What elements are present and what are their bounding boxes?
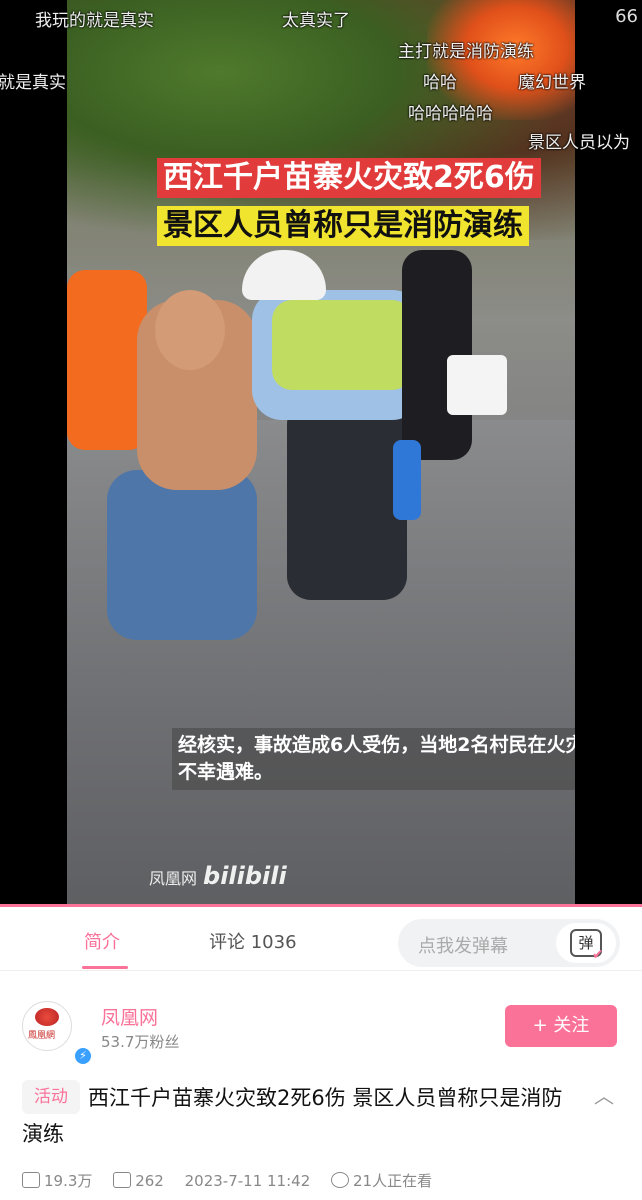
video-subtitle: 经核实，事故造成6人受伤，当地2名村民在火灾中不幸遇难。 [172,728,575,790]
verified-icon: ⚡ [75,1048,91,1064]
danmaku-comment: 哈哈 [423,73,457,93]
view-count: 19.3万 [44,1172,93,1190]
watching-count: 21人正在看 [353,1172,433,1190]
play-count-icon [22,1171,40,1188]
avatar[interactable]: 鳳凰網 ⚡ [22,1001,91,1064]
man-jeans [107,470,257,640]
check-icon: ✔ [592,947,604,963]
uploader-fans: 53.7万粉丝 [101,1033,180,1051]
tab-bar: 简介 评论 1036 点我发弹幕 弹 ✔ [0,908,642,971]
white-bag [447,355,507,415]
progress-fill [0,904,642,907]
danmaku-comment: 哈哈哈哈哈 [408,104,493,124]
watching-icon [331,1171,350,1188]
danmaku-comment: 太真实了 [282,11,350,31]
follow-button[interactable]: + 关注 [505,1005,617,1047]
danmaku-comment: 魔幻世界 [518,73,586,93]
phoenix-logo-icon [35,1008,59,1026]
man-head [155,290,225,370]
danmaku-input[interactable]: 点我发弹幕 弹 ✔ [398,919,620,967]
video-stats: 19.3万 262 2023-7-11 11:42 21人正在看 [22,1170,448,1191]
watermark: 凤凰网 bilibili [149,862,287,890]
danmaku-count-icon [113,1171,132,1188]
video-info-title: 活动 西江千户苗寨火灾致2死6伤 景区人员曾称只是消防演练 [22,1080,582,1152]
video-player[interactable]: 西江千户苗寨火灾致2死6伤 景区人员曾称只是消防演练 经核实，事故造成6人受伤，… [0,0,642,906]
tab-intro[interactable]: 简介 [84,928,120,954]
danmaku-comment: 景区人员以为 [528,133,630,153]
officer-pants [287,400,407,600]
video-title-line2: 景区人员曾称只是消防演练 [157,206,529,246]
danmaku-comment: 我玩的就是真实 [35,11,154,31]
blue-boot [393,440,421,520]
danmaku-comment: 主打就是消防演练 [398,42,534,62]
avatar-logo-text: 鳳凰網 [28,1031,56,1041]
video-title-line1: 西江千户苗寨火灾致2死6伤 [157,158,541,198]
uploader-name[interactable]: 凤凰网 [101,1003,158,1030]
bilibili-logo: bilibili [203,862,287,890]
chevron-up-icon[interactable]: ︿ [594,1080,614,1109]
danmaku-comment: 就是真实 [0,73,66,93]
danmaku-placeholder: 点我发弹幕 [418,936,508,957]
activity-badge[interactable]: 活动 [22,1080,80,1114]
police-cap [242,250,326,300]
reflective-vest [272,300,412,390]
danmaku-count: 262 [135,1172,164,1190]
publish-datetime: 2023-7-11 11:42 [184,1172,311,1190]
person-orange-vest [67,270,147,450]
progress-bar[interactable] [0,904,642,907]
video-title-text: 西江千户苗寨火灾致2死6伤 景区人员曾称只是消防演练 [22,1086,563,1146]
danmaku-toggle-button[interactable]: 弹 ✔ [556,923,616,963]
uploader-row: 鳳凰網 ⚡ 凤凰网 53.7万粉丝 + 关注 [0,985,642,1070]
tab-indicator [82,966,128,969]
video-frame[interactable]: 西江千户苗寨火灾致2死6伤 景区人员曾称只是消防演练 经核实，事故造成6人受伤，… [67,0,575,906]
player-counter: 66 [615,6,638,27]
tab-comments[interactable]: 评论 1036 [209,928,297,954]
watermark-source: 凤凰网 [149,869,198,888]
